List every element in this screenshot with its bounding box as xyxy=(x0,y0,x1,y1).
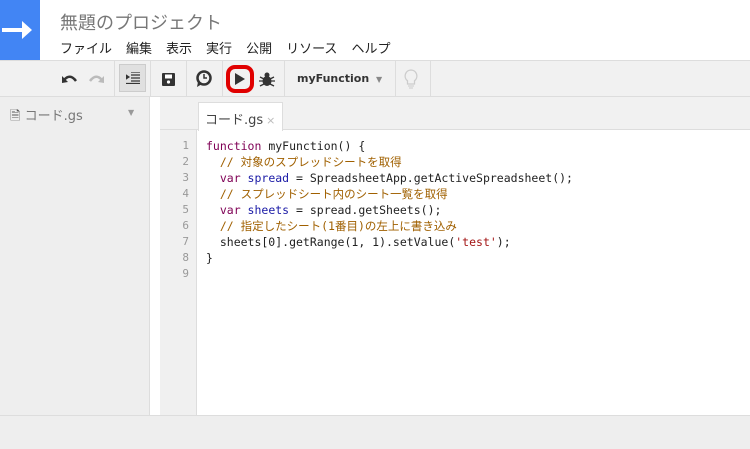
code-line: // 対象のスプレッドシートを取得 xyxy=(206,154,573,170)
code-token: // 対象のスプレッドシートを取得 xyxy=(206,155,402,169)
line-number: 3 xyxy=(182,171,189,184)
code-token: var xyxy=(206,171,248,185)
code-line: // スプレッドシート内のシート一覧を取得 xyxy=(206,186,573,202)
apps-script-logo[interactable] xyxy=(0,0,40,60)
line-number: 5 xyxy=(182,203,189,216)
run-button[interactable] xyxy=(226,65,254,93)
tab-bar: コード.gs × xyxy=(160,97,750,131)
menu-run[interactable]: 実行 xyxy=(206,38,232,57)
file-sidebar: 🗎 コード.gs ▼ xyxy=(0,97,150,415)
tab-code-gs[interactable]: コード.gs × xyxy=(198,102,283,131)
play-icon xyxy=(235,73,245,85)
code-token: var xyxy=(206,203,248,217)
code-line: var spread = SpreadsheetApp.getActiveSpr… xyxy=(206,170,573,186)
code-token: // スプレッドシート内のシート一覧を取得 xyxy=(206,187,448,201)
code-token: spread xyxy=(247,171,290,185)
line-number: 4 xyxy=(182,187,189,200)
redo-icon[interactable] xyxy=(86,61,106,97)
code-token: function xyxy=(206,139,269,153)
project-title[interactable]: 無題のプロジェクト xyxy=(60,9,222,35)
line-number: 7 xyxy=(182,235,189,248)
code-token: // 指定したシート(1番目)の左上に書き込み xyxy=(206,219,457,233)
chevron-down-icon[interactable]: ▼ xyxy=(376,75,382,84)
menu-view[interactable]: 表示 xyxy=(166,38,192,57)
save-icon[interactable] xyxy=(158,61,178,97)
line-number: 8 xyxy=(182,251,189,264)
menu-file[interactable]: ファイル xyxy=(60,38,112,57)
tab-label: コード.gs xyxy=(205,113,264,128)
code-token: } xyxy=(206,251,213,265)
code-token: = SpreadsheetApp.getActiveSpreadsheet(); xyxy=(289,171,573,185)
code-token: sheets xyxy=(247,203,290,217)
code-line: sheets[0].getRange(1, 1).setValue('test'… xyxy=(206,234,573,250)
code-line: var sheets = spread.getSheets(); xyxy=(206,202,573,218)
undo-icon[interactable] xyxy=(60,61,80,97)
code-line: // 指定したシート(1番目)の左上に書き込み xyxy=(206,218,573,234)
indent-icon[interactable] xyxy=(119,64,146,92)
menu-edit[interactable]: 編集 xyxy=(126,38,152,57)
file-icon: 🗎 xyxy=(10,109,21,124)
code-line: function myFunction() { xyxy=(206,138,573,154)
status-bar xyxy=(0,415,750,449)
debug-bug-icon[interactable] xyxy=(257,61,277,97)
code-token: sheets[0].getRange(1, 1).setValue( xyxy=(206,235,456,249)
line-number: 1 xyxy=(182,139,189,152)
function-select[interactable]: myFunction xyxy=(297,72,369,85)
sidebar-file-item[interactable]: 🗎 コード.gs xyxy=(10,105,83,129)
code-line: } xyxy=(206,250,573,266)
close-tab-icon[interactable]: × xyxy=(266,114,275,127)
file-menu-chevron-icon[interactable]: ▼ xyxy=(128,108,134,117)
code-token: myFunction() { xyxy=(268,139,366,153)
code-token: ); xyxy=(496,235,511,249)
code-token: = spread.getSheets(); xyxy=(289,203,442,217)
toolbar: myFunction ▼ xyxy=(0,60,750,97)
line-number: 2 xyxy=(182,155,189,168)
menu-resources[interactable]: リソース xyxy=(286,38,337,57)
triggers-clock-icon[interactable] xyxy=(193,61,215,97)
code-editor[interactable]: function myFunction() { // 対象のスプレッドシートを取… xyxy=(206,138,573,282)
menu-help[interactable]: ヘルプ xyxy=(351,38,390,57)
code-token: 'test' xyxy=(455,235,497,249)
lightbulb-icon[interactable] xyxy=(400,61,422,97)
menu-bar: ファイル 編集 表示 実行 公開 リソース ヘルプ xyxy=(60,38,390,57)
sidebar-file-label: コード.gs xyxy=(24,109,83,124)
menu-publish[interactable]: 公開 xyxy=(246,38,272,57)
line-number: 9 xyxy=(182,267,189,280)
line-number: 6 xyxy=(182,219,189,232)
